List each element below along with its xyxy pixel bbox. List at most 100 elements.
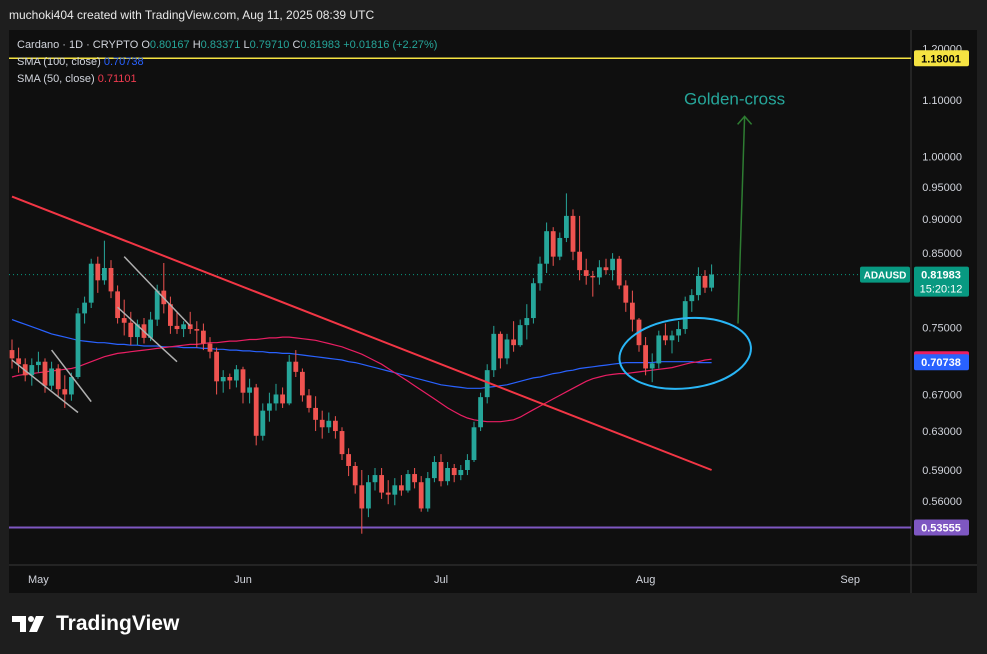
candle-body xyxy=(583,270,589,276)
candle xyxy=(597,260,602,285)
candle xyxy=(405,470,411,493)
resistance-price-label: 1.18001 xyxy=(921,53,961,65)
candle-body xyxy=(649,363,655,369)
candle-body xyxy=(36,361,41,366)
candle-body xyxy=(445,467,450,482)
candle-body xyxy=(102,267,107,281)
candle-body xyxy=(451,467,457,476)
candle xyxy=(300,368,305,402)
candle-body xyxy=(372,475,378,483)
candle xyxy=(663,323,668,346)
candle xyxy=(333,416,338,439)
symbol-tag: ADAUSD xyxy=(864,271,907,282)
price-tick-label: 1.10000 xyxy=(922,95,962,107)
candle-body xyxy=(227,377,233,381)
candle-body xyxy=(154,290,160,320)
support-price-label: 0.53555 xyxy=(921,523,961,535)
price-tick-label: 0.90000 xyxy=(922,214,962,226)
candle xyxy=(610,253,615,281)
candle-body xyxy=(253,387,259,436)
candle xyxy=(29,358,35,386)
candle-body xyxy=(181,324,186,330)
candle xyxy=(643,337,648,376)
price-tick-label: 1.00000 xyxy=(922,152,962,164)
candle xyxy=(273,383,279,411)
candle xyxy=(577,215,582,281)
price-tick-label: 0.63000 xyxy=(922,426,962,438)
candle xyxy=(75,308,81,379)
candle-body xyxy=(194,329,200,331)
sma100-legend[interactable]: SMA (100, close) 0.70738 xyxy=(17,54,437,71)
candle xyxy=(583,258,589,285)
candle xyxy=(385,480,391,505)
golden-cross-label: Golden-cross xyxy=(684,89,785,108)
month-tick-aug: Aug xyxy=(636,574,656,586)
candle-body xyxy=(379,475,384,493)
symbol-label[interactable]: Cardano · 1D · CRYPTO xyxy=(17,39,138,51)
candle xyxy=(418,476,424,512)
candle xyxy=(689,289,695,312)
sma100-value: 0.70738 xyxy=(103,56,144,68)
candle xyxy=(570,209,576,261)
candle-body xyxy=(359,485,365,509)
sma50-legend[interactable]: SMA (50, close) 0.71101 xyxy=(17,71,437,88)
golden-cross-arrow xyxy=(737,116,746,324)
candle xyxy=(458,464,464,481)
candle-body xyxy=(247,387,252,393)
month-tick-may: May xyxy=(28,574,49,586)
candle-body xyxy=(121,318,127,323)
candle xyxy=(220,370,226,393)
candle-body xyxy=(115,291,120,319)
candle-body xyxy=(293,361,299,372)
candle xyxy=(366,475,371,518)
candle xyxy=(88,258,94,309)
candle-body xyxy=(405,474,411,491)
candle-body xyxy=(517,325,523,346)
candle xyxy=(319,410,325,439)
candle xyxy=(399,475,404,496)
candle xyxy=(82,296,87,324)
candle-body xyxy=(682,301,688,330)
candle-body xyxy=(663,335,668,341)
candle-body xyxy=(49,368,54,386)
candle xyxy=(504,333,510,365)
open-label: O xyxy=(141,39,150,51)
tradingview-logo-icon xyxy=(12,616,44,632)
candle xyxy=(253,383,259,446)
candle-body xyxy=(313,407,318,420)
candle-body xyxy=(240,369,246,393)
candle xyxy=(55,364,61,397)
candle xyxy=(471,421,477,463)
chart-area[interactable]: 1.20000 1.10000 1.00000 0.95000 0.90000 0.850… xyxy=(9,30,977,593)
candle xyxy=(207,337,213,359)
candle-body xyxy=(366,482,371,509)
candle-body xyxy=(75,313,81,378)
candle xyxy=(240,366,246,404)
candle xyxy=(372,467,378,491)
candle xyxy=(537,256,543,291)
price-tick-label: 0.85000 xyxy=(922,248,962,260)
candle-body xyxy=(656,335,662,364)
candle xyxy=(346,448,351,477)
candle xyxy=(214,347,219,395)
last-price-label: 0.81983 xyxy=(921,270,961,282)
price-tick-label: 0.56000 xyxy=(922,496,962,508)
sma50-value: 0.71101 xyxy=(97,73,137,85)
candle xyxy=(392,478,398,506)
candle xyxy=(649,353,655,383)
candle xyxy=(656,330,662,369)
candle xyxy=(326,412,332,433)
candle-body xyxy=(42,361,48,386)
candle xyxy=(438,454,444,487)
candle-body xyxy=(610,258,615,271)
candle-body xyxy=(385,492,391,495)
candle xyxy=(234,365,239,388)
price-chart[interactable]: 1.200001.100001.000000.950000.900000.850… xyxy=(9,30,977,593)
tradingview-logo[interactable]: TradingView xyxy=(12,612,179,636)
candle-body xyxy=(425,478,431,509)
sma50-label: SMA (50, close) xyxy=(17,73,95,85)
candle-body xyxy=(504,339,510,359)
candle xyxy=(174,311,180,334)
candle-body xyxy=(418,482,424,509)
candle xyxy=(280,387,285,408)
